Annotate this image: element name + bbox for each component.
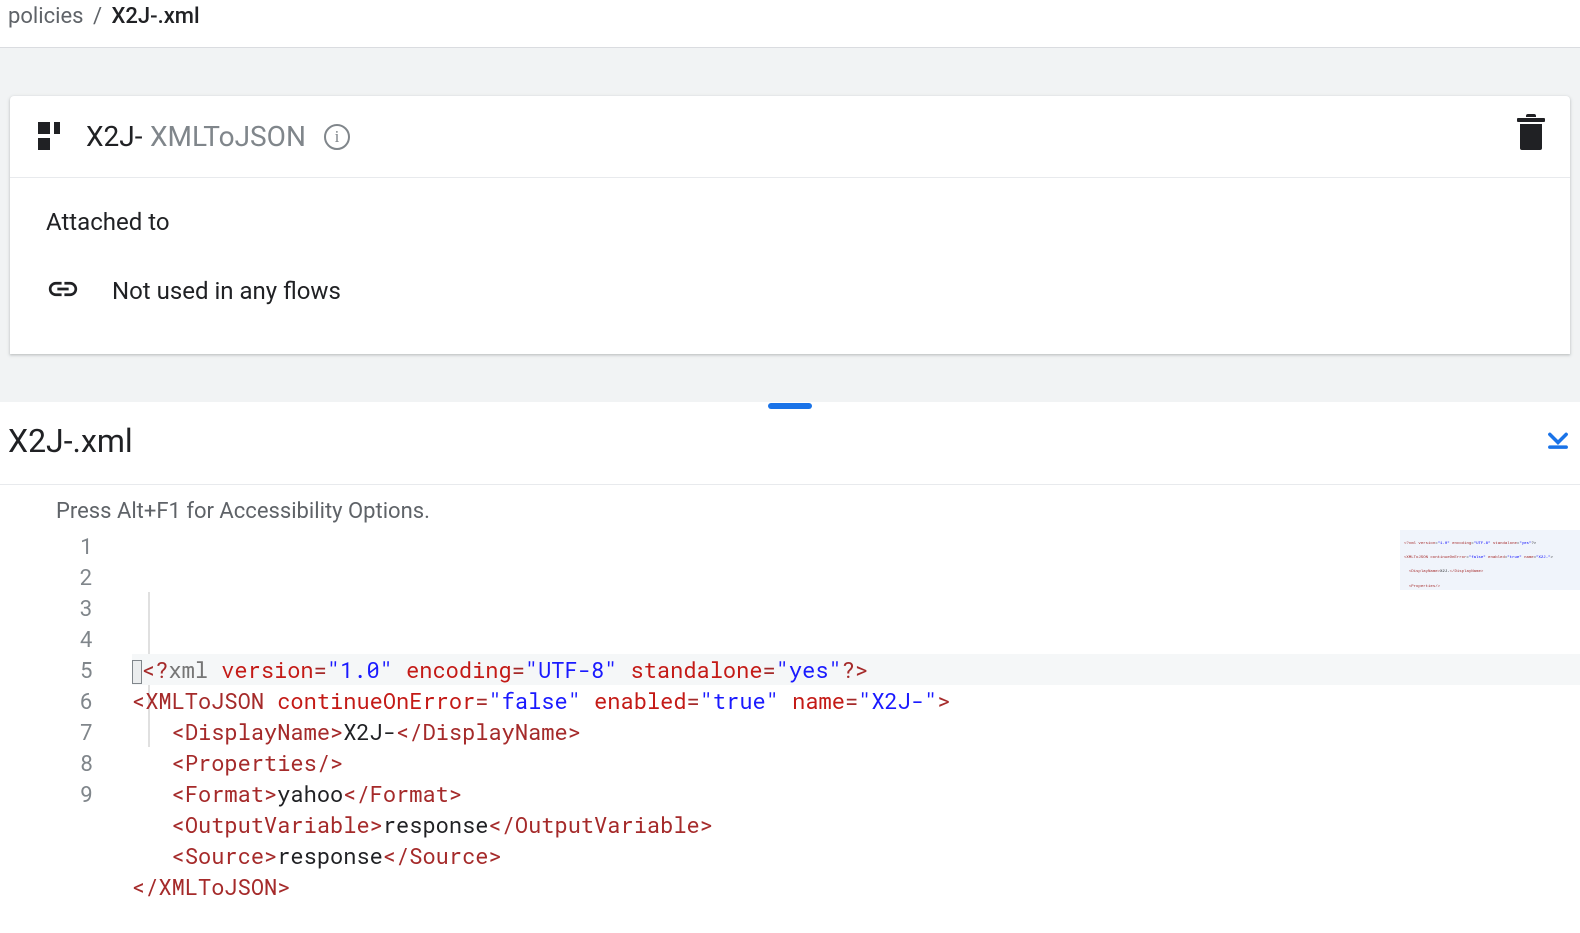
attached-status-row: Not used in any flows: [46, 272, 1534, 310]
minimap[interactable]: <?xml version="1.0" encoding="UTF-8" sta…: [1400, 530, 1580, 590]
line-number: 5: [0, 654, 93, 685]
code-line[interactable]: <DisplayName>X2J-</DisplayName>: [132, 716, 1580, 747]
code-line[interactable]: [132, 902, 1580, 933]
line-number: 6: [0, 685, 93, 716]
info-icon[interactable]: [324, 124, 350, 150]
code-line[interactable]: </XMLToJSON>: [132, 871, 1580, 902]
delete-icon[interactable]: [1520, 124, 1542, 150]
policy-type: XMLToJSON: [150, 120, 306, 153]
policy-name: X2J-: [86, 120, 142, 153]
text-cursor: [132, 660, 142, 684]
policy-card: X2J- XMLToJSON Attached to Not used in a…: [10, 96, 1570, 354]
line-number: 3: [0, 592, 93, 623]
line-number: 2: [0, 561, 93, 592]
code-editor[interactable]: 123456789 <?xml version="1.0" encoding="…: [0, 530, 1580, 933]
code-line[interactable]: <?xml version="1.0" encoding="UTF-8" sta…: [132, 654, 1580, 685]
line-number: 8: [0, 747, 93, 778]
file-header: X2J-.xml: [0, 410, 1580, 485]
policy-header: X2J- XMLToJSON: [10, 96, 1570, 178]
attached-status-text: Not used in any flows: [112, 277, 341, 305]
code-line[interactable]: <OutputVariable>response</OutputVariable…: [132, 809, 1580, 840]
breadcrumb-current: X2J-.xml: [112, 4, 200, 29]
file-title: X2J-.xml: [8, 422, 133, 460]
line-number: 7: [0, 716, 93, 747]
breadcrumb-parent[interactable]: policies: [8, 4, 84, 29]
code-line[interactable]: <XMLToJSON continueOnError="false" enabl…: [132, 685, 1580, 716]
collapse-icon[interactable]: [1544, 425, 1572, 457]
link-icon: [46, 272, 80, 310]
line-number: 4: [0, 623, 93, 654]
code-line[interactable]: <Format>yahoo</Format>: [132, 778, 1580, 809]
code-line[interactable]: <Source>response</Source>: [132, 840, 1580, 871]
policy-type-icon: [38, 122, 68, 152]
line-number: 9: [0, 778, 93, 809]
code-area[interactable]: <?xml version="1.0" encoding="UTF-8" sta…: [108, 530, 1580, 933]
accessibility-hint: Press Alt+F1 for Accessibility Options.: [0, 485, 1580, 530]
attached-to-label: Attached to: [46, 208, 1534, 236]
line-gutter: 123456789: [0, 530, 108, 933]
resize-handle[interactable]: [0, 402, 1580, 410]
breadcrumb-separator: /: [93, 4, 102, 29]
line-number: 1: [0, 530, 93, 561]
code-line[interactable]: <Properties/>: [132, 747, 1580, 778]
breadcrumb: policies / X2J-.xml: [0, 0, 1580, 48]
